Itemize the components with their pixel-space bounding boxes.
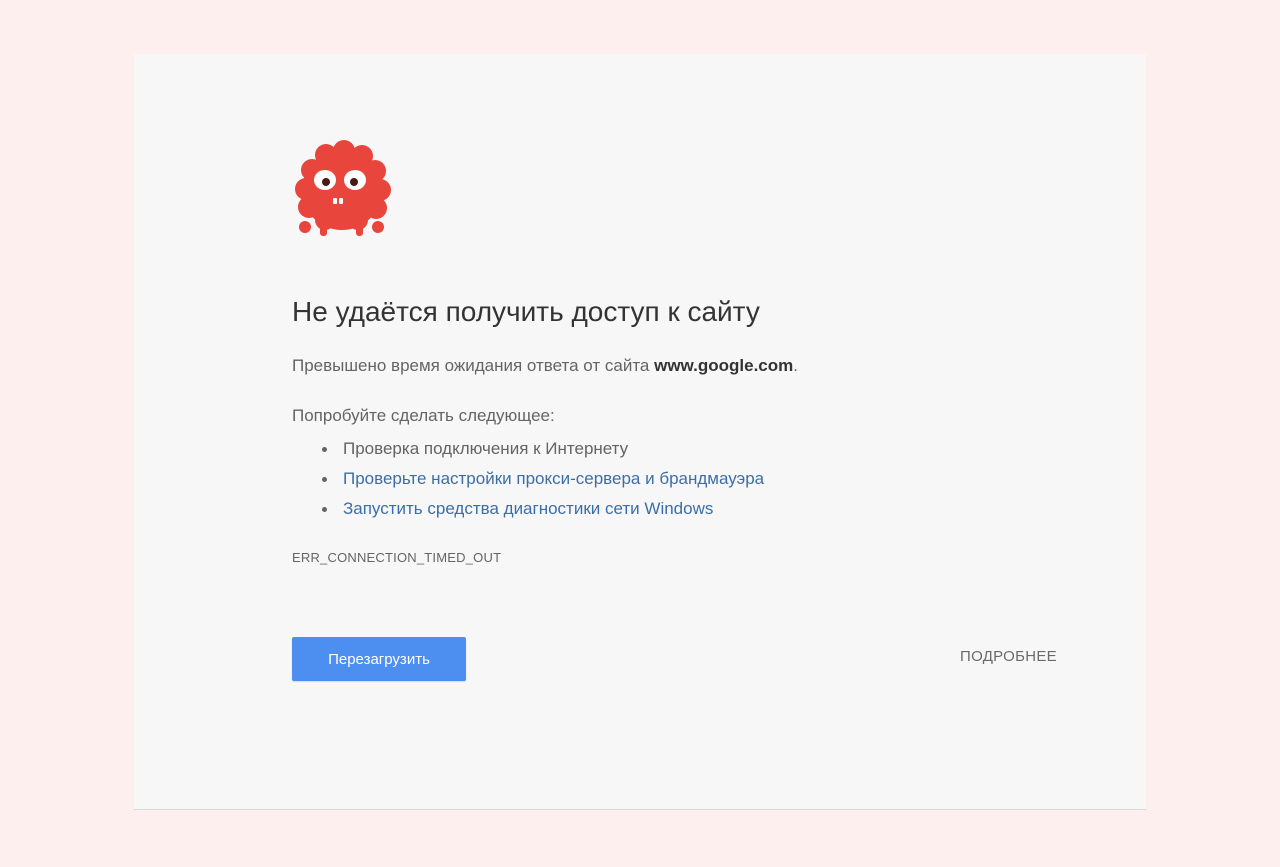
suggestion-run-network-diagnostics: Запустить средства диагностики сети Wind… [292,494,764,524]
suggestion-check-connection: Проверка подключения к Интернету [292,434,764,464]
sad-dinosaur-icon [295,140,391,236]
page-title: Не удаётся получить доступ к сайту [292,296,760,327]
suggestions-list: Проверка подключения к Интернету Проверь… [292,434,764,524]
reload-button[interactable]: Перезагрузить [292,637,466,681]
run-network-diagnostics-link[interactable]: Запустить средства диагностики сети Wind… [343,499,713,518]
suggestion-check-proxy-firewall: Проверьте настройки прокси-сервера и бра… [292,464,764,494]
bullet-icon [322,477,327,482]
error-description-suffix: . [793,356,798,375]
suggestions-heading: Попробуйте сделать следующее: [292,406,555,425]
check-proxy-firewall-link[interactable]: Проверьте настройки прокси-сервера и бра… [343,469,764,488]
details-button[interactable]: ПОДРОБНЕЕ [960,648,1057,665]
error-page-panel: Не удаётся получить доступ к сайту Превы… [134,54,1146,810]
error-code: ERR_CONNECTION_TIMED_OUT [292,550,502,565]
suggestion-label: Проверка подключения к Интернету [343,439,629,458]
error-host: www.google.com [654,356,794,375]
bullet-icon [322,447,327,452]
bullet-icon [322,507,327,512]
error-description: Превышено время ожидания ответа от сайта… [292,356,798,376]
error-description-prefix: Превышено время ожидания ответа от сайта [292,356,655,375]
